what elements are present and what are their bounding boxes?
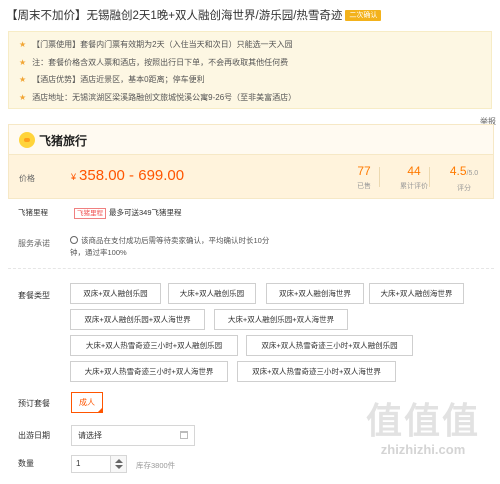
quantity-label: 数量 <box>18 459 34 468</box>
quantity-stepper[interactable] <box>111 455 127 473</box>
stat-label: 已售 <box>357 183 371 190</box>
quantity-input[interactable]: 1 <box>71 455 111 473</box>
stat-value: 77 <box>357 164 371 178</box>
package-option[interactable]: 大床+双人融创乐园 <box>168 283 256 304</box>
package-option[interactable]: 大床+双人融创乐园+双人海世界 <box>214 309 348 330</box>
stat-value: 44 <box>407 164 421 178</box>
divider <box>8 268 494 269</box>
miles-row: 飞猪里程 飞猪里程 最多可送349飞猪里程 <box>18 207 182 219</box>
package-label: 套餐类型 <box>18 291 50 300</box>
divider <box>429 167 430 187</box>
arrow-down-icon[interactable] <box>115 465 123 469</box>
note-item: ★ 注：套餐价格含双人票和酒店，按照出行日下单，不会再收取其他任何费 <box>19 57 289 67</box>
package-option[interactable]: 大床+双人融创海世界 <box>369 283 464 304</box>
stat-reviews[interactable]: 44 累计评价 <box>389 164 439 191</box>
product-title: 【周末不加价】无锡融创2天1晚+双人融创海世界/游乐园/热雪奇迹 二次确认 <box>6 5 494 27</box>
currency-symbol: ¥ <box>71 172 77 182</box>
check-circle-icon <box>70 236 78 244</box>
price-panel: 价格 ¥358.00 - 699.00 77 已售 44 累计评价 4.5/5.… <box>8 154 494 199</box>
star-icon: ★ <box>19 57 27 67</box>
watermark-url: zhizhizhi.com <box>380 442 466 457</box>
product-title-text: 【周末不加价】无锡融创2天1晚+双人融创海世界/游乐园/热雪奇迹 <box>6 10 343 22</box>
price-range: 358.00 - 699.00 <box>79 167 185 184</box>
stat-label: 累计评价 <box>400 183 428 190</box>
service-text: 该商品在支付成功后需等待卖家确认，平均确认时长10分钟，通过率100% <box>70 236 270 257</box>
package-option[interactable]: 双床+双人热雪奇迹三小时+双人融创乐园 <box>246 335 413 356</box>
stat-rating: 4.5/5.0 评分 <box>439 164 489 193</box>
stat-unit: /5.0 <box>466 170 479 177</box>
price-label: 价格 <box>19 174 35 183</box>
watermark-logo: 值值值 zhizhizhi.com <box>362 400 484 462</box>
package-option[interactable]: 双床+双人融创乐园 <box>70 283 161 304</box>
miles-label: 飞猪里程 <box>18 208 48 217</box>
note-item: ★ 【酒店优势】酒店近景区，基本0距离；停车便利 <box>19 75 205 84</box>
star-icon: ★ <box>19 40 27 49</box>
date-label: 出游日期 <box>18 431 50 440</box>
star-icon: ★ <box>19 92 27 102</box>
service-label: 服务承诺 <box>18 239 50 248</box>
stat-sold: 77 已售 <box>339 164 389 191</box>
adult-option-selected[interactable]: 成人 <box>71 392 103 413</box>
stock-text: 库存3800件 <box>136 461 176 470</box>
star-icon: ★ <box>19 75 27 84</box>
watermark-big: 值值值 <box>365 400 480 441</box>
miles-text: 最多可送349飞猪里程 <box>109 208 182 217</box>
package-option[interactable]: 大床+双人热雪奇迹三小时+双人海世界 <box>70 361 228 382</box>
calendar-icon <box>180 431 188 439</box>
package-option[interactable]: 双床+双人融创乐园+双人海世界 <box>70 309 205 330</box>
package-option[interactable]: 双床+双人融创海世界 <box>266 283 364 304</box>
fliggy-pig-icon <box>19 132 35 148</box>
stat-value: 4.5 <box>449 164 467 178</box>
note-item: ★ 【门票使用】套餐内门票有效期为2天（入住当天和次日）只能选一天入园 <box>19 40 293 49</box>
notes-box: ★ 【门票使用】套餐内门票有效期为2天（入住当天和次日）只能选一天入园 ★ 注：套餐… <box>8 31 492 109</box>
booking-label: 预订套餐 <box>18 399 50 408</box>
stat-label: 评分 <box>457 185 471 192</box>
price-value: ¥358.00 - 699.00 <box>71 167 184 184</box>
date-select[interactable]: 请选择 <box>71 425 195 446</box>
arrow-up-icon[interactable] <box>115 459 123 463</box>
brand-logo: 飞猪旅行 <box>19 132 87 148</box>
package-option[interactable]: 双床+双人热雪奇迹三小时+双人海世界 <box>237 361 396 382</box>
package-option[interactable]: 大床+双人热雪奇迹三小时+双人融创乐园 <box>70 335 238 356</box>
note-item: ★ 酒店地址：无锡滨湖区梁溪路融创文旅城悦溪公寓9-26号（至非美富酒店） <box>19 92 297 102</box>
confirm-tag: 二次确认 <box>345 10 382 21</box>
divider <box>379 167 380 187</box>
miles-tag: 飞猪里程 <box>74 208 106 219</box>
brand-bar: 飞猪旅行 <box>8 124 494 154</box>
date-placeholder: 请选择 <box>78 431 102 440</box>
